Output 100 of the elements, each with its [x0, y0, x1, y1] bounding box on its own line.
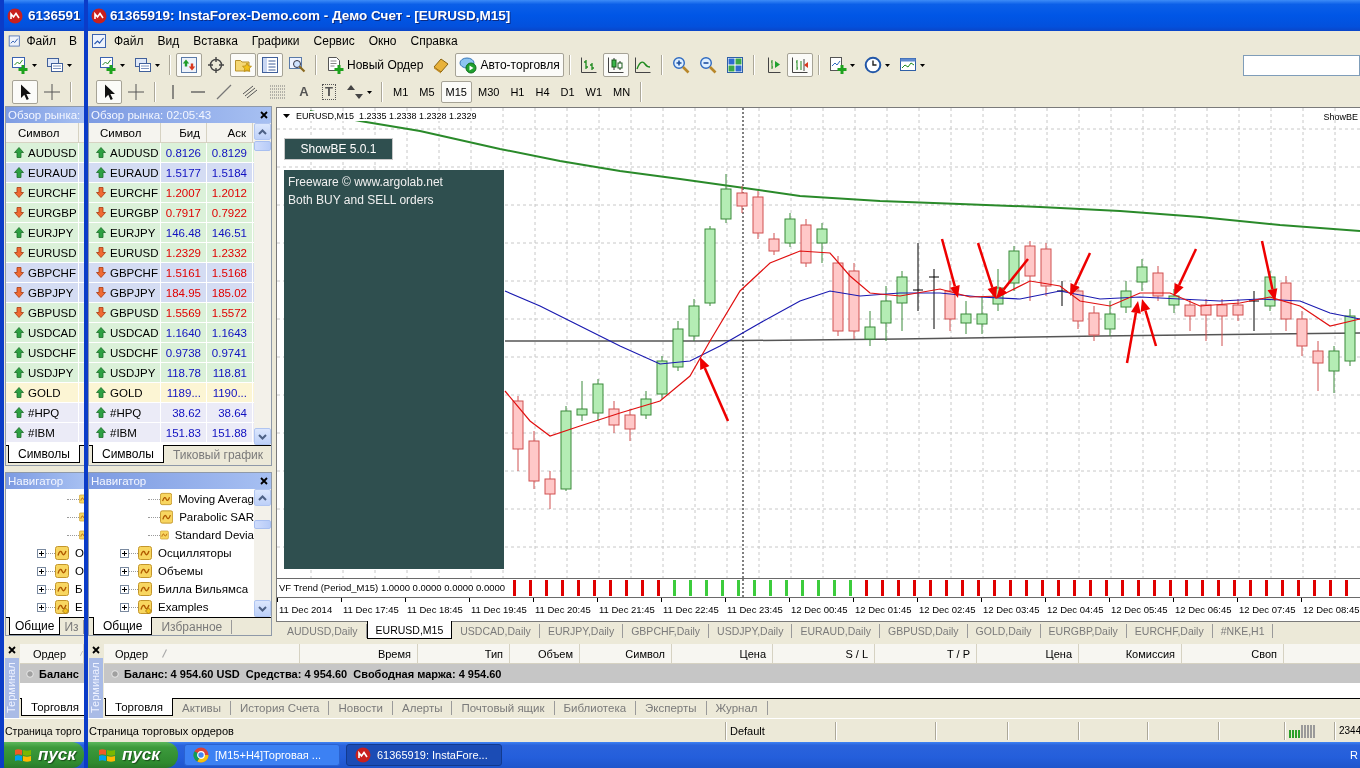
taskbar-button[interactable]: [M15+H4]Торговая ...: [184, 744, 340, 766]
column-header[interactable]: Своп: [1182, 644, 1284, 663]
quote-row[interactable]: EURJPY 146.48 146.51: [89, 223, 254, 243]
tree-item[interactable]: Билла Вильямса: [158, 583, 249, 595]
scroll-down-button[interactable]: [254, 428, 271, 445]
menu-item[interactable]: Окно: [361, 31, 404, 51]
quote-row[interactable]: GOLD 1189... 1190...: [89, 383, 254, 403]
tree-item[interactable]: E: [75, 601, 83, 613]
tree-item[interactable]: Examples: [158, 601, 209, 613]
menu-item[interactable]: В: [62, 31, 84, 51]
chart-tab[interactable]: GBPUSD,Daily: [880, 624, 968, 638]
tree-item[interactable]: О: [75, 547, 84, 559]
period-button[interactable]: M30: [472, 81, 505, 103]
quote-row[interactable]: #HPQ: [6, 403, 84, 423]
text-button[interactable]: A: [292, 80, 316, 104]
new-order-button[interactable]: Новый Ордер: [322, 53, 428, 77]
tab[interactable]: Эксперты: [636, 701, 707, 715]
tab[interactable]: Журнал: [706, 701, 768, 715]
tab[interactable]: Из: [60, 620, 84, 634]
period-button[interactable]: M5: [414, 81, 440, 103]
close-button[interactable]: [90, 644, 102, 656]
scroll-up-button[interactable]: [254, 123, 271, 140]
tab[interactable]: Символы: [92, 445, 164, 463]
scroll-thumb[interactable]: [254, 141, 271, 151]
column-header[interactable]: Символ: [580, 644, 672, 663]
period-button[interactable]: H1: [505, 81, 530, 103]
expand-icon[interactable]: [120, 602, 129, 612]
quote-row[interactable]: USDJPY 118.78 118.81: [89, 363, 254, 383]
tab[interactable]: Символы: [8, 445, 80, 463]
quote-row[interactable]: GOLD: [6, 383, 84, 403]
close-button[interactable]: [6, 644, 18, 656]
expand-icon[interactable]: [37, 566, 46, 576]
cursor-button[interactable]: [96, 80, 122, 104]
chart-tab[interactable]: AUDUSD,Daily: [279, 624, 367, 638]
tree-item[interactable]: Б: [75, 583, 83, 595]
chart-tab[interactable]: EURUSD,M15: [366, 621, 453, 639]
menu-item[interactable]: Файл: [20, 31, 62, 51]
quote-row[interactable]: USDJPY: [6, 363, 84, 383]
column-header[interactable]: Символ: [100, 126, 142, 139]
quote-row[interactable]: AUDUSD: [6, 143, 84, 163]
quote-row[interactable]: #HPQ 38.62 38.64: [89, 403, 254, 423]
tab[interactable]: Новости: [329, 701, 393, 715]
tree-item[interactable]: Осцилляторы: [158, 547, 232, 559]
menu-item[interactable]: Вставка: [186, 31, 245, 51]
tab[interactable]: Активы: [173, 701, 231, 715]
quote-row[interactable]: EURGBP: [6, 203, 84, 223]
expand-icon[interactable]: [37, 584, 46, 594]
quote-row[interactable]: #IBM: [6, 423, 84, 443]
close-button[interactable]: [258, 109, 270, 121]
quote-row[interactable]: EURAUD 1.5177 1.5184: [89, 163, 254, 183]
expand-icon[interactable]: [37, 602, 46, 612]
chart-tab[interactable]: USDCAD,Daily: [452, 624, 540, 638]
chart-shift-button[interactable]: [786, 53, 813, 77]
scroll-up-button[interactable]: [254, 489, 271, 506]
menu-item[interactable]: Графики: [244, 31, 307, 51]
column-header[interactable]: T / P: [875, 644, 977, 663]
quote-row[interactable]: EURJPY: [6, 223, 84, 243]
quote-row[interactable]: EURCHF 1.2007 1.2012: [89, 183, 254, 203]
market-watch-button[interactable]: [176, 53, 202, 77]
menu-item[interactable]: Справка: [403, 31, 465, 51]
chart-tab[interactable]: #NKE,H1: [1212, 624, 1274, 638]
period-button[interactable]: H4: [530, 81, 555, 103]
start-button[interactable]: пуск: [88, 742, 178, 768]
chart-tab[interactable]: EURAUD,Daily: [792, 624, 880, 638]
expand-icon[interactable]: [37, 548, 46, 558]
start-button[interactable]: пуск: [4, 742, 84, 768]
column-header[interactable]: Тип: [418, 644, 510, 663]
column-header[interactable]: Бид: [179, 126, 200, 139]
column-header[interactable]: Время: [300, 644, 418, 663]
expand-icon[interactable]: [120, 548, 129, 558]
candle-chart-button[interactable]: [602, 53, 629, 77]
quote-row[interactable]: EURAUD: [6, 163, 84, 183]
taskbar-button[interactable]: 61365919: InstaFore...: [346, 744, 502, 766]
column-header[interactable]: Цена: [672, 644, 773, 663]
period-button[interactable]: MN: [608, 81, 636, 103]
chart-tab[interactable]: USDJPY,Daily: [709, 624, 793, 638]
tab[interactable]: Алерты: [393, 701, 453, 715]
tab[interactable]: Библиотека: [554, 701, 637, 715]
search-field[interactable]: [1243, 54, 1360, 76]
quote-row[interactable]: EURUSD: [6, 243, 84, 263]
tab[interactable]: Общие: [93, 617, 153, 635]
quote-row[interactable]: EURGBP 0.7917 0.7922: [89, 203, 254, 223]
tab[interactable]: Торговля: [21, 698, 84, 716]
chart-tab[interactable]: EURCHF,Daily: [1126, 624, 1213, 638]
scroll-down-button[interactable]: [254, 600, 271, 617]
quote-row[interactable]: AUDUSD 0.8126 0.8129: [89, 143, 254, 163]
scroll-thumb[interactable]: [254, 520, 271, 529]
quote-row[interactable]: GBPJPY: [6, 283, 84, 303]
column-header[interactable]: Аск: [227, 126, 246, 139]
period-button[interactable]: M15: [440, 81, 472, 103]
tab[interactable]: Избранное: [152, 620, 233, 634]
menu-item[interactable]: Сервис: [306, 31, 362, 51]
chart-tab[interactable]: EURJPY,Daily: [539, 624, 624, 638]
quote-row[interactable]: USDCHF 0.9738 0.9741: [89, 343, 254, 363]
quote-row[interactable]: USDCAD 1.1640 1.1643: [89, 323, 254, 343]
tab[interactable]: Торговля: [105, 698, 174, 716]
quote-row[interactable]: GBPJPY 184.95 185.02: [89, 283, 254, 303]
period-button[interactable]: M1: [388, 81, 414, 103]
tree-item[interactable]: Moving Averag: [178, 493, 254, 505]
label-button[interactable]: T: [317, 80, 341, 104]
